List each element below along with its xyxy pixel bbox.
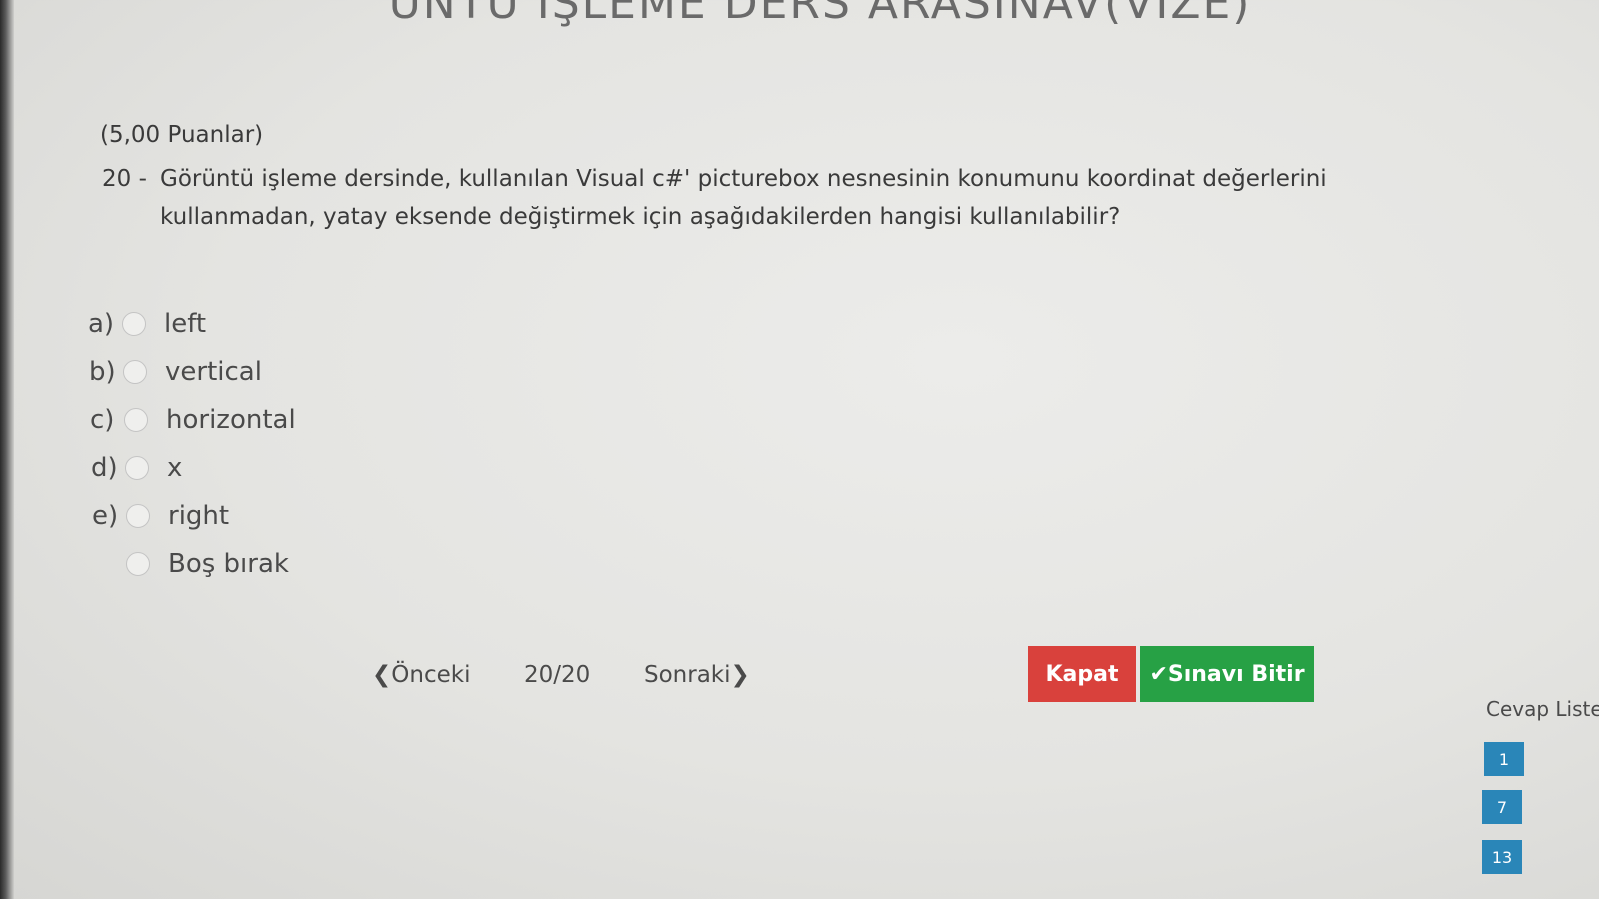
option-letter: c): [90, 405, 115, 435]
option-label[interactable]: horizontal: [166, 405, 296, 435]
option-label[interactable]: x: [167, 453, 182, 483]
option-letter: a): [88, 309, 115, 339]
next-button[interactable]: Sonraki❯: [644, 662, 750, 688]
radio-button[interactable]: [126, 552, 150, 576]
option-label[interactable]: Boş bırak: [168, 549, 289, 579]
option-label[interactable]: right: [168, 501, 229, 531]
option-letter: e): [92, 501, 119, 531]
option-a[interactable]: a) left: [88, 300, 296, 348]
option-e[interactable]: e) right: [92, 492, 296, 540]
option-letter: b): [89, 357, 116, 387]
question-points: (5,00 Puanlar): [100, 122, 264, 148]
radio-button[interactable]: [122, 312, 146, 336]
answer-options: a) left b) vertical c) horizontal d) x e…: [88, 300, 296, 588]
question-text: Görüntü işleme dersinde, kullanılan Visu…: [160, 166, 1327, 230]
radio-button[interactable]: [126, 504, 150, 528]
radio-button[interactable]: [123, 360, 147, 384]
question-number: 20 -: [102, 166, 147, 192]
option-leave-blank[interactable]: Boş bırak: [92, 540, 296, 588]
radio-button[interactable]: [125, 456, 149, 480]
option-letter: d): [91, 453, 118, 483]
question-counter: 20/20: [524, 662, 591, 688]
option-label[interactable]: left: [164, 309, 206, 339]
option-label[interactable]: vertical: [165, 357, 262, 387]
answer-list-item[interactable]: 13: [1482, 840, 1522, 874]
option-d[interactable]: d) x: [91, 444, 296, 492]
finish-exam-button[interactable]: ✔Sınavı Bitir: [1140, 646, 1314, 702]
question-block: 20 - Görüntü işleme dersinde, kullanılan…: [102, 160, 1422, 236]
answer-list-item[interactable]: 1: [1484, 742, 1524, 776]
answer-list-item[interactable]: 7: [1482, 790, 1522, 824]
answer-list-title: Cevap Listesi: [1486, 697, 1599, 721]
option-c[interactable]: c) horizontal: [90, 396, 296, 444]
option-b[interactable]: b) vertical: [89, 348, 296, 396]
close-button[interactable]: Kapat: [1028, 646, 1136, 702]
page-title: ÜNTÜ İŞLEME DERS ARASINAV(VİZE): [388, 0, 1252, 29]
screen-bezel-edge: [0, 0, 14, 899]
radio-button[interactable]: [124, 408, 148, 432]
previous-button[interactable]: ❮Önceki: [372, 662, 470, 688]
